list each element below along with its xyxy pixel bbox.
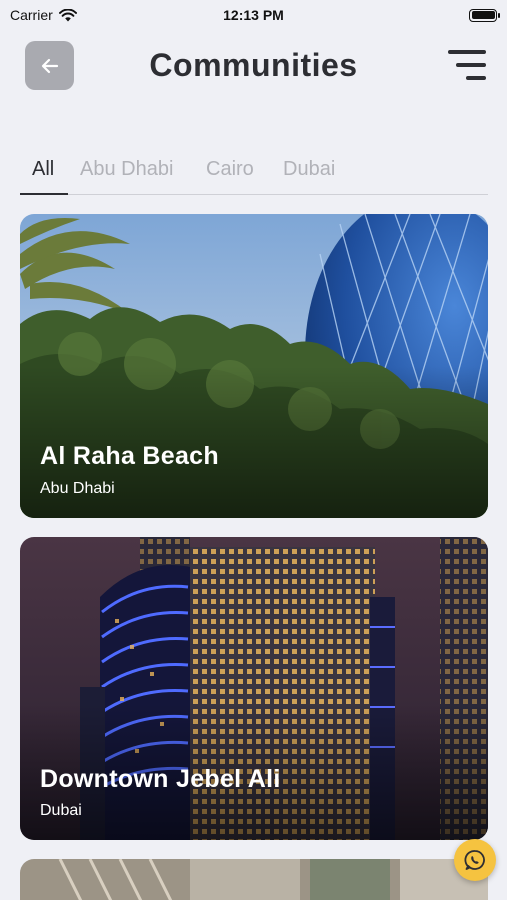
community-city: Dubai — [40, 802, 82, 819]
tab-indicator — [20, 193, 68, 195]
community-image — [20, 537, 488, 840]
whatsapp-button[interactable] — [454, 839, 496, 881]
tab-dubai[interactable]: Dubai — [283, 158, 335, 181]
community-card[interactable] — [20, 859, 488, 900]
wifi-icon — [58, 8, 77, 21]
tab-cairo[interactable]: Cairo — [206, 158, 254, 181]
carrier-label: Carrier — [10, 7, 53, 23]
whatsapp-icon — [464, 850, 485, 870]
status-bar: Carrier 12:13 PM — [0, 0, 507, 30]
community-city: Abu Dhabi — [40, 480, 115, 497]
tab-bar: All Abu Dhabi Cairo Dubai — [20, 148, 488, 195]
community-image — [20, 859, 488, 900]
community-card-al-raha-beach[interactable]: Al Raha Beach Abu Dhabi — [20, 214, 488, 518]
battery-icon — [469, 8, 500, 22]
menu-icon — [448, 50, 486, 54]
tab-all[interactable]: All — [32, 158, 54, 181]
header: Communities — [0, 40, 507, 92]
page-title: Communities — [149, 47, 358, 83]
tab-abu-dhabi[interactable]: Abu Dhabi — [80, 158, 173, 181]
menu-button[interactable] — [444, 48, 486, 82]
community-name: Downtown Jebel Ali — [40, 765, 281, 793]
community-image — [20, 214, 488, 518]
community-card-downtown-jebel-ali[interactable]: Downtown Jebel Ali Dubai — [20, 537, 488, 840]
community-name: Al Raha Beach — [40, 442, 219, 470]
